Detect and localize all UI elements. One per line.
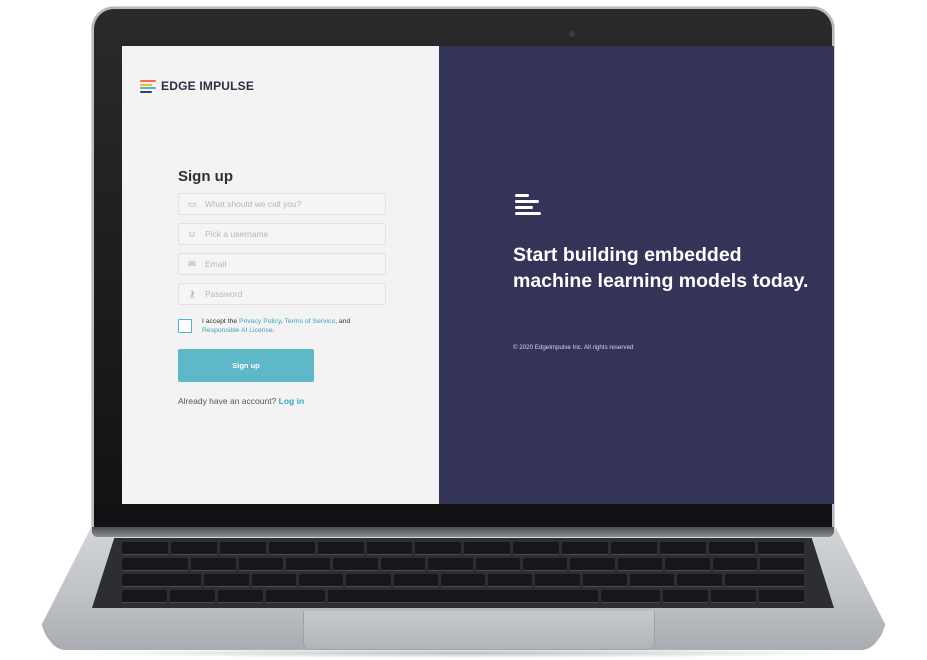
responsible-ai-license-link[interactable]: Responsible AI License xyxy=(202,327,273,334)
signup-panel: EDGE IMPULSE Sign up ▭ ☺ ✉ ⚷ I ac xyxy=(122,46,439,504)
signup-form: Sign up ▭ ☺ ✉ ⚷ I accept the Privacy Pol… xyxy=(178,168,386,406)
key-icon: ⚷ xyxy=(188,288,196,299)
terms-row: I accept the Privacy Policy, Terms of Se… xyxy=(178,317,386,335)
terms-prefix: I accept the xyxy=(202,318,240,325)
password-field[interactable]: ⚷ xyxy=(178,283,386,305)
browser-screen: EDGE IMPULSE Sign up ▭ ☺ ✉ ⚷ I ac xyxy=(122,46,834,504)
trackpad xyxy=(303,611,655,650)
terms-of-service-link[interactable]: Terms of Service xyxy=(284,318,335,325)
copyright-text: © 2020 EdgeImpulse Inc. All rights reser… xyxy=(513,344,634,351)
privacy-policy-link[interactable]: Privacy Policy xyxy=(239,318,281,325)
terms-and: , and xyxy=(335,318,351,325)
login-prompt: Already have an account? xyxy=(178,396,277,406)
name-input[interactable] xyxy=(203,198,377,210)
email-field[interactable]: ✉ xyxy=(178,253,386,275)
form-title: Sign up xyxy=(178,168,233,185)
password-input[interactable] xyxy=(203,288,377,300)
hero-headline: Start building embedded machine learning… xyxy=(513,244,809,292)
hero-panel: Start building embedded machine learning… xyxy=(439,46,834,504)
email-input[interactable] xyxy=(203,258,377,270)
terms-suffix: . xyxy=(272,327,275,334)
username-field[interactable]: ☺ xyxy=(178,223,386,245)
terms-checkbox[interactable] xyxy=(178,319,192,333)
logo-icon xyxy=(140,80,156,93)
name-field[interactable]: ▭ xyxy=(178,193,386,215)
keyboard xyxy=(92,538,834,608)
webcam xyxy=(569,31,575,37)
laptop-hinge xyxy=(92,527,834,537)
login-prompt-row: Already have an account? Log in xyxy=(178,396,386,406)
id-card-icon: ▭ xyxy=(187,198,197,209)
brand-name: EDGE IMPULSE xyxy=(161,79,255,93)
signup-button[interactable]: Sign up xyxy=(178,349,314,382)
username-input[interactable] xyxy=(203,228,377,240)
edge-impulse-logo[interactable]: EDGE IMPULSE xyxy=(140,79,254,93)
user-icon: ☺ xyxy=(187,229,197,239)
edge-impulse-mark-icon xyxy=(515,194,541,216)
mail-icon: ✉ xyxy=(188,258,196,269)
login-link[interactable]: Log in xyxy=(279,396,305,406)
terms-text: I accept the Privacy Policy, Terms of Se… xyxy=(202,317,386,335)
